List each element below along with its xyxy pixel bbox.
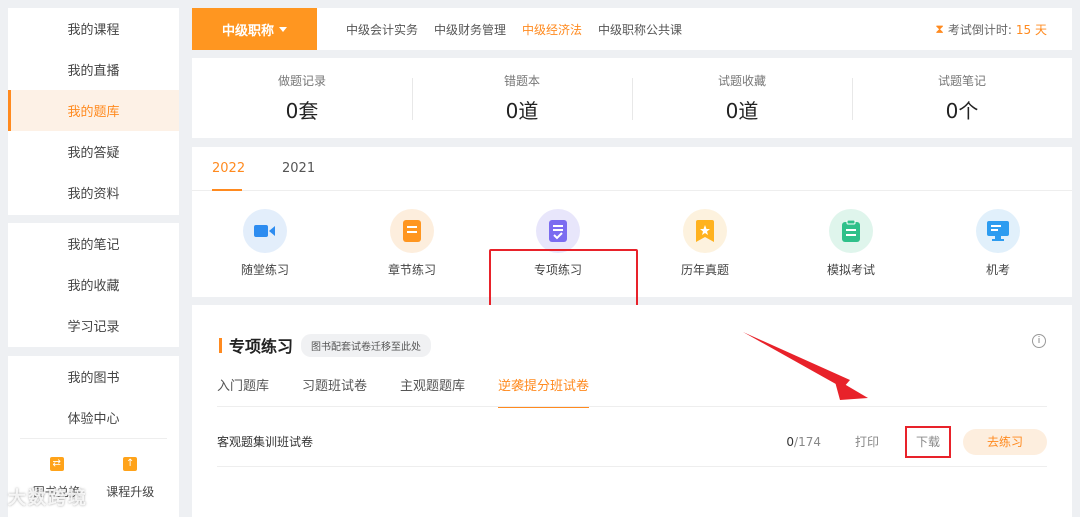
- stat-label: 试题收藏: [717, 74, 766, 88]
- tab-intro-bank[interactable]: 入门题库: [217, 375, 269, 408]
- tab-exercise-papers[interactable]: 习题班试卷: [302, 375, 367, 408]
- sidebar-item-materials[interactable]: 我的资料: [8, 172, 179, 213]
- tab-boost-papers[interactable]: 逆袭提分班试卷: [498, 375, 590, 408]
- download-button[interactable]: 下载: [905, 425, 951, 458]
- subject-nav: 中级职称 中级会计实务 中级财务管理 中级经济法 中级职称公共课 ⧗ 考试倒计时…: [192, 8, 1072, 50]
- stat-practice-records[interactable]: 做题记录 0套: [192, 72, 412, 124]
- video-icon: [243, 209, 287, 253]
- clipboard-icon: [829, 209, 873, 253]
- tool-row: 随堂练习 章节练习 专项练习 历年真题 模拟考试 机考: [192, 191, 1072, 338]
- stat-wrong-questions[interactable]: 错题本 0道: [412, 72, 632, 124]
- exchange-icon: ⇄: [49, 457, 64, 471]
- stat-favorite-questions[interactable]: 试题收藏 0道: [632, 72, 852, 124]
- progress-done: 0: [786, 434, 795, 449]
- subject-tab-public-course[interactable]: 中级职称公共课: [598, 21, 682, 38]
- progress-total: /174: [794, 434, 821, 449]
- practice-tools-panel: 2022 2021 随堂练习 章节练习 专项练习 历年真题 模拟考试 机考: [192, 147, 1072, 338]
- category-label: 中级职称: [221, 23, 274, 39]
- sidebar-item-history[interactable]: 学习记录: [8, 305, 179, 346]
- document-icon: [536, 209, 580, 253]
- tool-label: 模拟考试: [826, 263, 875, 277]
- caret-down-icon: [279, 26, 287, 32]
- hourglass-icon: ⧗: [935, 21, 944, 36]
- subject-tab-economic-law[interactable]: 中级经济法: [522, 21, 582, 38]
- stat-value: 0道: [505, 99, 539, 123]
- course-upgrade-button[interactable]: ↑ 课程升级: [106, 457, 154, 500]
- sidebar-group-1: 我的课程 我的直播 我的题库 我的答疑 我的资料: [8, 8, 179, 215]
- paper-name: 客观题集训班试卷: [217, 435, 314, 449]
- tab-divider: [217, 406, 1047, 407]
- practice-header: 专项练习 图书配套试卷迁移至此处: [219, 333, 432, 357]
- stat-question-notes[interactable]: 试题笔记 0个: [852, 72, 1072, 124]
- paper-row: 客观题集训班试卷 0/174 打印 下载 去练习: [217, 417, 1047, 467]
- practice-section: 专项练习 图书配套试卷迁移至此处 i 入门题库 习题班试卷 主观题题库 逆袭提分…: [192, 305, 1072, 517]
- stat-label: 做题记录: [277, 74, 326, 88]
- practice-tabs: 入门题库 习题班试卷 主观题题库 逆袭提分班试卷: [217, 375, 622, 408]
- subject-tab-accounting[interactable]: 中级会计实务: [346, 21, 418, 38]
- sidebar-item-question-bank[interactable]: 我的题库: [8, 90, 179, 131]
- tool-label: 章节练习: [387, 263, 436, 277]
- practice-title: 专项练习: [229, 337, 294, 356]
- practice-note-badge: 图书配套试卷迁移至此处: [301, 333, 432, 357]
- year-tab-2021[interactable]: 2021: [282, 147, 352, 190]
- bookmark-star-icon: [683, 209, 727, 253]
- exam-countdown: ⧗ 考试倒计时: 15 天: [935, 21, 1047, 38]
- go-practice-button[interactable]: 去练习: [963, 428, 1047, 455]
- course-upgrade-label: 课程升级: [106, 485, 155, 499]
- subject-tab-finance[interactable]: 中级财务管理: [434, 21, 506, 38]
- tool-past-exams[interactable]: 历年真题: [645, 209, 765, 278]
- book-icon: [390, 209, 434, 253]
- sidebar-item-favorites[interactable]: 我的收藏: [8, 264, 179, 305]
- annotation-arrow-icon: [743, 332, 868, 400]
- tool-mock-exam[interactable]: 模拟考试: [791, 209, 911, 278]
- sidebar-item-qa[interactable]: 我的答疑: [8, 131, 179, 172]
- stat-value: 0道: [725, 99, 759, 123]
- stat-value: 0个: [945, 99, 979, 123]
- tool-chapter-practice[interactable]: 章节练习: [352, 209, 472, 278]
- stat-label: 试题笔记: [937, 74, 986, 88]
- tab-subjective-bank[interactable]: 主观题题库: [400, 375, 465, 408]
- tool-label: 机考: [985, 263, 1010, 277]
- paper-progress: 0/174: [786, 435, 821, 449]
- category-dropdown[interactable]: 中级职称: [192, 8, 317, 50]
- watermark: 大数跨境: [8, 488, 88, 509]
- sidebar-item-books[interactable]: 我的图书: [8, 356, 179, 397]
- tool-label: 历年真题: [680, 263, 729, 277]
- print-button[interactable]: 打印: [855, 433, 879, 450]
- sidebar-item-courses[interactable]: 我的课程: [8, 8, 179, 49]
- tool-label: 随堂练习: [240, 263, 289, 277]
- tool-computer-exam[interactable]: 机考: [938, 209, 1058, 278]
- title-accent-bar: [219, 337, 222, 353]
- sidebar-item-notes[interactable]: 我的笔记: [8, 223, 179, 264]
- monitor-icon: [976, 209, 1020, 253]
- sidebar-item-live[interactable]: 我的直播: [8, 49, 179, 90]
- info-icon[interactable]: i: [1032, 334, 1046, 348]
- year-tabs: 2022 2021: [192, 147, 1072, 191]
- year-tab-2022[interactable]: 2022: [212, 147, 282, 191]
- stats-panel: 做题记录 0套 错题本 0道 试题收藏 0道 试题笔记 0个: [192, 58, 1072, 138]
- countdown-days: 15 天: [1015, 22, 1047, 37]
- countdown-label: 考试倒计时:: [947, 22, 1012, 37]
- stat-label: 错题本: [503, 74, 540, 88]
- sidebar-group-2: 我的笔记 我的收藏 学习记录: [8, 223, 179, 347]
- tool-classroom-practice[interactable]: 随堂练习: [205, 209, 325, 278]
- sidebar-item-experience[interactable]: 体验中心: [8, 397, 179, 438]
- stat-value: 0套: [285, 99, 319, 123]
- upgrade-icon: ↑: [123, 457, 138, 471]
